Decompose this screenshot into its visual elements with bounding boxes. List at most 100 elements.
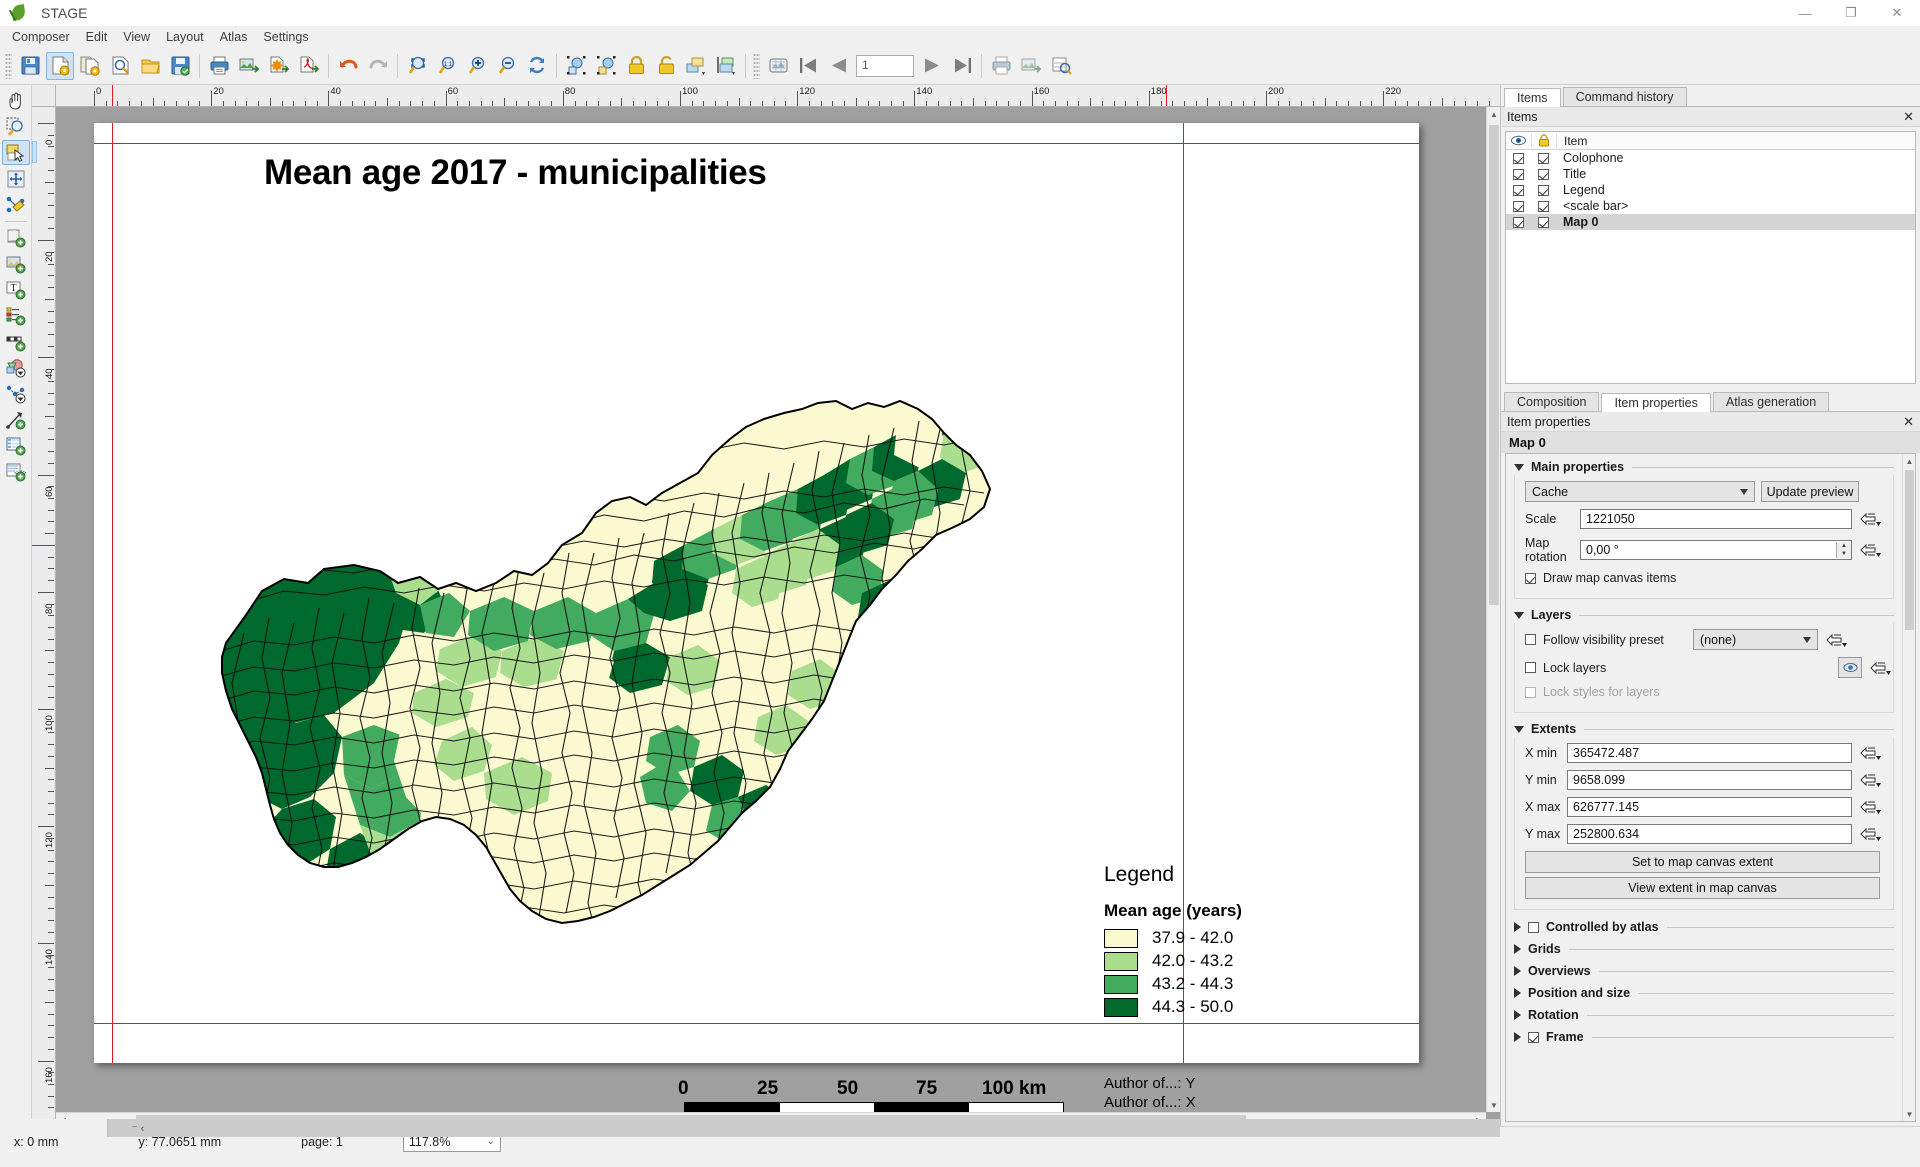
group-items-icon[interactable] [562, 52, 590, 80]
add-table-tool[interactable] [2, 433, 30, 458]
lock-checkbox[interactable] [1538, 200, 1549, 212]
xmin-input[interactable]: 365472.487 [1567, 743, 1852, 763]
item-properties-scroll[interactable]: Main properties Cache Update preview Sca… [1505, 453, 1916, 1122]
atlas-export-image-icon[interactable] [1017, 52, 1045, 80]
group-controlled-by-atlas-header[interactable]: Controlled by atlas [1514, 920, 1894, 934]
unlock-items-icon[interactable] [652, 52, 680, 80]
composer-manager-icon[interactable] [106, 52, 134, 80]
vertical-scroll-thumb[interactable] [1489, 125, 1499, 605]
zoom-tool[interactable] [2, 114, 30, 139]
menu-layout[interactable]: Layout [158, 28, 212, 46]
group-grids-header[interactable]: Grids [1514, 942, 1894, 956]
toolbar-grip[interactable] [5, 52, 12, 79]
redo-icon[interactable] [364, 52, 392, 80]
ungroup-items-icon[interactable] [592, 52, 620, 80]
item-row-title[interactable]: Title [1506, 166, 1915, 182]
zoom-out-icon[interactable] [493, 52, 521, 80]
ruler-guide[interactable] [111, 85, 113, 106]
view-extent-in-map-canvas-button[interactable]: View extent in map canvas [1525, 877, 1880, 899]
add-legend-tool[interactable] [2, 303, 30, 328]
visibility-checkbox[interactable] [1513, 216, 1524, 228]
lock-checkbox[interactable] [1538, 216, 1549, 228]
menu-settings[interactable]: Settings [255, 28, 316, 46]
save-project-icon[interactable] [16, 52, 44, 80]
select-move-item-tool[interactable] [1, 140, 30, 165]
page-tab[interactable] [0, 1119, 108, 1137]
guide-top[interactable] [94, 143, 1419, 144]
data-defined-override-icon[interactable] [1859, 797, 1883, 817]
menu-atlas[interactable]: Atlas [212, 28, 256, 46]
add-polygon-tool[interactable] [2, 381, 30, 406]
save-template-icon[interactable] [166, 52, 194, 80]
draw-map-canvas-items-row[interactable]: Draw map canvas items [1525, 571, 1893, 585]
props-scroll-thumb[interactable] [1905, 470, 1914, 630]
scale-bar-item[interactable]: 0 25 50 75 100 km [678, 1078, 1064, 1112]
atlas-first-icon[interactable] [794, 52, 822, 80]
add-html-tool[interactable]: </> [2, 459, 30, 484]
add-scalebar-tool[interactable] [2, 329, 30, 354]
item-row-legend[interactable]: Legend [1506, 182, 1915, 198]
new-composer-icon[interactable] [46, 51, 74, 80]
pan-tool[interactable] [2, 88, 30, 113]
load-template-icon[interactable] [136, 52, 164, 80]
lock-layers-checkbox[interactable] [1525, 662, 1536, 673]
edit-nodes-tool[interactable] [2, 192, 30, 217]
ruler-guide[interactable] [1166, 85, 1168, 106]
atlas-prev-icon[interactable] [824, 52, 852, 80]
items-tree[interactable]: Item Colophone Title Legend <scale bar> [1505, 131, 1916, 384]
scroll-down-arrow[interactable]: ▼ [1487, 1098, 1501, 1112]
canvas-scroll-area[interactable]: Mean age 2017 - municipalities Legend Me… [56, 107, 1486, 1112]
update-preview-button[interactable]: Update preview [1761, 481, 1859, 502]
visibility-checkbox[interactable] [1513, 184, 1524, 196]
data-defined-override-icon[interactable] [1869, 658, 1893, 678]
export-svg-icon[interactable] [265, 52, 293, 80]
ruler-guide[interactable] [32, 544, 55, 546]
map-item-slovenia[interactable] [184, 393, 994, 956]
group-layers-header[interactable]: Layers [1514, 608, 1894, 622]
add-shape-tool[interactable] [2, 355, 30, 380]
draw-map-canvas-items-checkbox[interactable] [1525, 572, 1536, 584]
add-arrow-tool[interactable] [2, 407, 30, 432]
controlled-by-atlas-checkbox[interactable] [1528, 921, 1539, 933]
maximize-button[interactable]: ❐ [1828, 0, 1874, 27]
add-image-tool[interactable] [2, 251, 30, 276]
lock-items-icon[interactable] [622, 52, 650, 80]
data-defined-override-icon[interactable] [1859, 770, 1883, 790]
undo-icon[interactable] [334, 52, 362, 80]
atlas-print-icon[interactable] [987, 52, 1015, 80]
add-label-tool[interactable]: T [2, 277, 30, 302]
atlas-next-icon[interactable] [918, 52, 946, 80]
lock-layers-eye-button[interactable] [1838, 657, 1862, 678]
group-main-properties-header[interactable]: Main properties [1514, 460, 1894, 474]
zoom-actual-icon[interactable]: 1:1 [433, 52, 461, 80]
item-row-scalebar[interactable]: <scale bar> [1506, 198, 1915, 214]
atlas-toolbar-grip[interactable] [753, 52, 760, 79]
properties-scrollbar[interactable]: ▲ ▼ [1902, 454, 1915, 1121]
props-scroll-down-arrow[interactable]: ▼ [1903, 1107, 1915, 1121]
zoom-in-icon[interactable] [463, 52, 491, 80]
visibility-checkbox[interactable] [1513, 200, 1524, 212]
atlas-last-icon[interactable] [948, 52, 976, 80]
tab-command-history[interactable]: Command history [1562, 87, 1687, 106]
data-defined-override-icon[interactable] [1859, 540, 1883, 560]
tab-item-properties[interactable]: Item properties [1601, 393, 1711, 412]
vertical-scrollbar[interactable]: ▲ ▼ [1486, 107, 1500, 1112]
guide-left[interactable] [112, 123, 113, 1063]
lock-checkbox[interactable] [1538, 184, 1549, 196]
close-button[interactable]: ✕ [1874, 0, 1920, 27]
lower-items-icon[interactable] [712, 52, 740, 80]
ymax-input[interactable]: 252800.634 [1567, 824, 1852, 844]
add-map-tool[interactable] [2, 225, 30, 250]
frame-checkbox[interactable] [1528, 1031, 1539, 1043]
menu-view[interactable]: View [115, 28, 158, 46]
visibility-checkbox[interactable] [1513, 168, 1524, 180]
tab-composition[interactable]: Composition [1504, 392, 1600, 411]
atlas-preview-icon[interactable] [764, 52, 792, 80]
duplicate-composer-icon[interactable] [76, 52, 104, 80]
zoom-full-icon[interactable] [403, 52, 431, 80]
render-mode-select[interactable]: Cache [1525, 481, 1755, 502]
data-defined-override-icon[interactable] [1859, 743, 1883, 763]
collapse-panel-icon[interactable]: ⁻ ‹ [108, 1122, 168, 1135]
follow-visibility-preset-checkbox[interactable] [1525, 634, 1536, 645]
ymin-input[interactable]: 9658.099 [1567, 770, 1852, 790]
